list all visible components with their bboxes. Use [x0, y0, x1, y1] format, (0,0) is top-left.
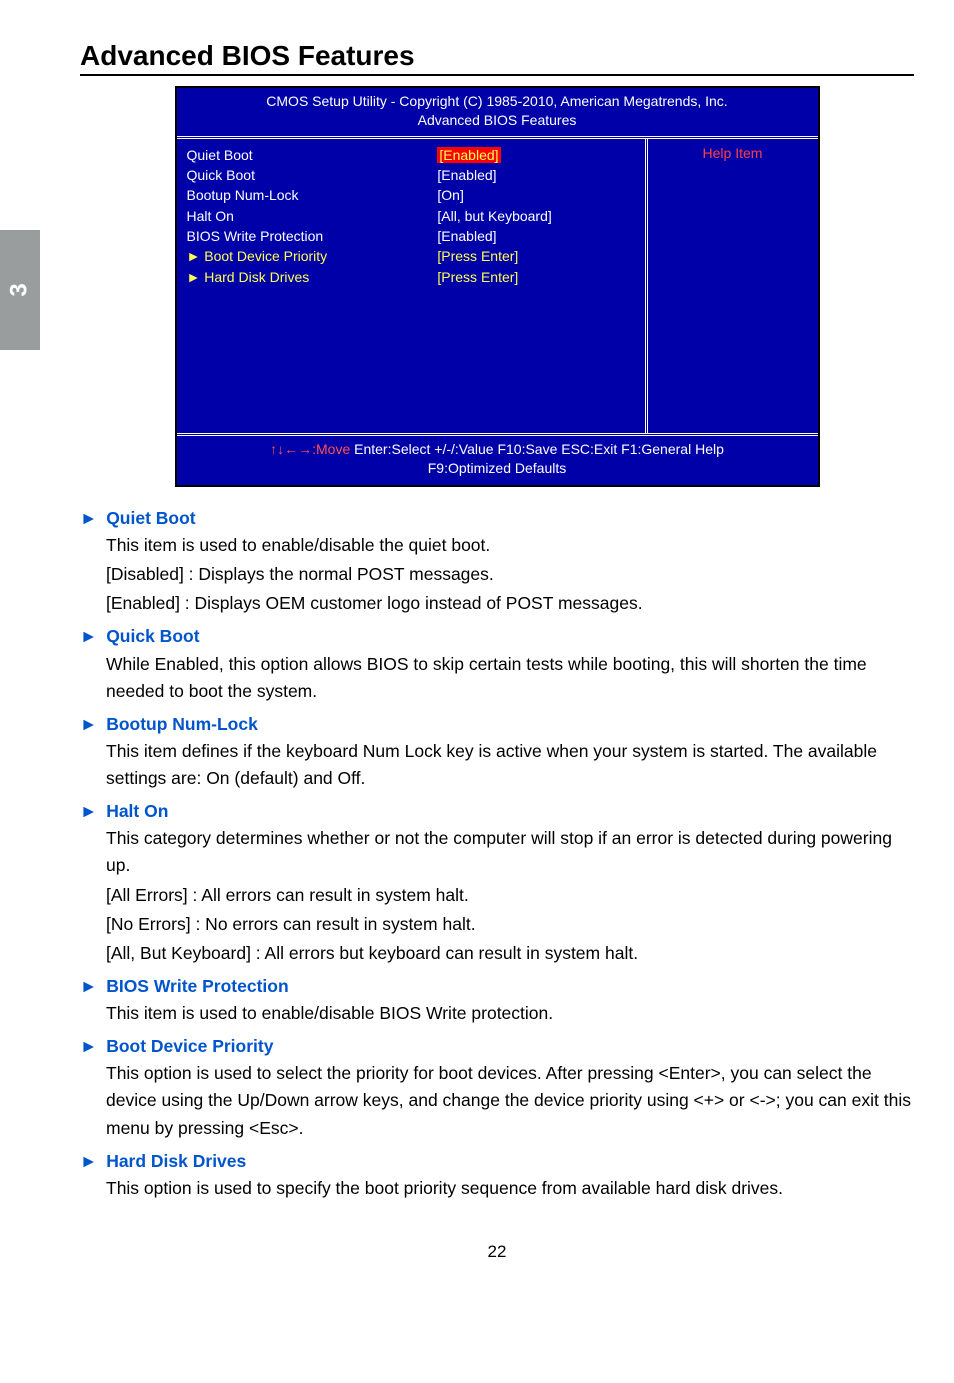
triangle-icon: ►: [80, 1036, 97, 1056]
section-heading: ► Bootup Num-Lock: [80, 711, 914, 738]
bios-row-value: [On]: [437, 185, 634, 205]
page-title: Advanced BIOS Features: [80, 40, 914, 76]
bios-footer: ↑↓←→:Move Enter:Select +/-/:Value F10:Sa…: [177, 436, 818, 485]
section-title: Bootup Num-Lock: [101, 714, 258, 734]
side-chapter-number: 3: [6, 283, 34, 296]
triangle-icon: ►: [80, 976, 97, 996]
bios-header: CMOS Setup Utility - Copyright (C) 1985-…: [177, 88, 818, 136]
section-paragraph: [Enabled] : Displays OEM customer logo i…: [106, 590, 914, 617]
bios-nav-rest: Enter:Select +/-/:Value F10:Save ESC:Exi…: [350, 441, 724, 457]
side-chapter-tab: 3: [0, 230, 40, 350]
bios-row-label: Bootup Num-Lock: [187, 185, 438, 205]
section-paragraph: This option is used to specify the boot …: [106, 1175, 914, 1202]
section-paragraph: While Enabled, this option allows BIOS t…: [106, 651, 914, 705]
bios-row-value: [Press Enter]: [437, 267, 634, 287]
bios-row-label: Halt On: [187, 206, 438, 226]
bios-header-line1: CMOS Setup Utility - Copyright (C) 1985-…: [185, 92, 810, 111]
section-heading: ► Halt On: [80, 798, 914, 825]
bios-row-value: [All, but Keyboard]: [437, 206, 634, 226]
bios-help-title: Help Item: [656, 145, 810, 161]
page-number: 22: [80, 1242, 914, 1262]
bios-row-value: [Enabled]: [437, 165, 634, 185]
section-heading: ► Hard Disk Drives: [80, 1148, 914, 1175]
bios-row-value: [Press Enter]: [437, 246, 634, 266]
section-paragraph: This option is used to select the priori…: [106, 1060, 914, 1141]
section-heading: ► Quick Boot: [80, 623, 914, 650]
section-paragraph: This item defines if the keyboard Num Lo…: [106, 738, 914, 792]
section-paragraph: This item is used to enable/disable BIOS…: [106, 1000, 914, 1027]
section-title: BIOS Write Protection: [101, 976, 288, 996]
section-title: Quick Boot: [101, 626, 199, 646]
bios-help-pane: Help Item: [648, 139, 818, 433]
bios-screenshot: CMOS Setup Utility - Copyright (C) 1985-…: [175, 86, 820, 487]
triangle-icon: ►: [80, 714, 97, 734]
section-paragraph: [All, But Keyboard] : All errors but key…: [106, 940, 914, 967]
section-title: Hard Disk Drives: [101, 1151, 246, 1171]
bios-header-line2: Advanced BIOS Features: [185, 111, 810, 130]
bios-row-value: [Enabled]: [437, 145, 634, 165]
bios-row-label: ► Boot Device Priority: [187, 246, 438, 266]
triangle-icon: ►: [80, 626, 97, 646]
section-heading: ► BIOS Write Protection: [80, 973, 914, 1000]
section-paragraph: This item is used to enable/disable the …: [106, 532, 914, 559]
section-title: Halt On: [101, 801, 168, 821]
section-paragraph: This category determines whether or not …: [106, 825, 914, 879]
bios-settings-pane: Quiet BootQuick BootBootup Num-LockHalt …: [177, 139, 648, 433]
bios-row-label: Quiet Boot: [187, 145, 438, 165]
triangle-icon: ►: [80, 801, 97, 821]
bios-nav-move: ↑↓←→:Move: [270, 441, 350, 457]
triangle-icon: ►: [80, 508, 97, 528]
bios-row-value: [Enabled]: [437, 226, 634, 246]
section-heading: ► Quiet Boot: [80, 505, 914, 532]
bios-row-label: BIOS Write Protection: [187, 226, 438, 246]
bios-row-label: ► Hard Disk Drives: [187, 267, 438, 287]
section-paragraph: [Disabled] : Displays the normal POST me…: [106, 561, 914, 588]
triangle-icon: ►: [80, 1151, 97, 1171]
documentation-body: ► Quiet BootThis item is used to enable/…: [80, 505, 914, 1202]
section-title: Quiet Boot: [101, 508, 195, 528]
section-paragraph: [No Errors] : No errors can result in sy…: [106, 911, 914, 938]
section-title: Boot Device Priority: [101, 1036, 273, 1056]
bios-row-label: Quick Boot: [187, 165, 438, 185]
section-heading: ► Boot Device Priority: [80, 1033, 914, 1060]
section-paragraph: [All Errors] : All errors can result in …: [106, 882, 914, 909]
bios-footer-line2: F9:Optimized Defaults: [183, 459, 812, 479]
